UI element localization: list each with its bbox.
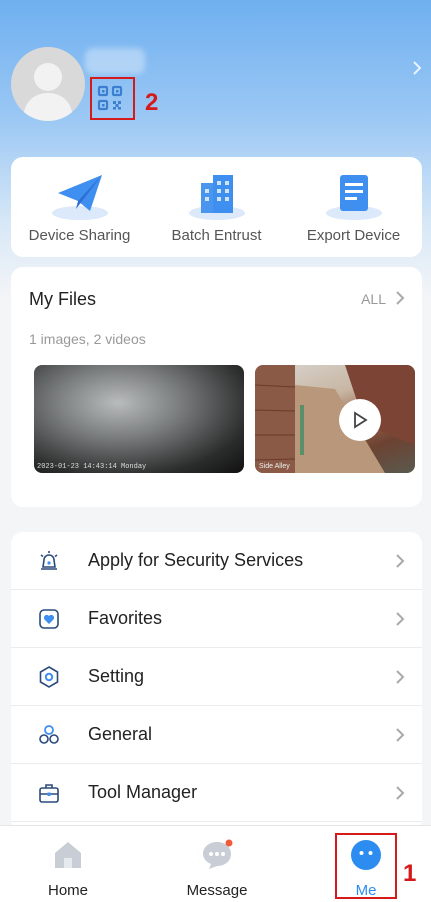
settings-menu-card: Apply for Security Services Favorites Se… (11, 532, 422, 832)
export-device-button[interactable]: Export Device (285, 157, 422, 257)
my-files-card: My Files ALL 1 images, 2 videos 2023-01-… (11, 267, 422, 507)
chevron-right-icon (396, 786, 405, 800)
play-icon (354, 411, 368, 429)
tab-label: Message (186, 882, 248, 899)
home-icon (55, 842, 81, 868)
video-scene-graphic (255, 365, 415, 473)
device-sharing-label: Device Sharing (28, 227, 131, 244)
file-thumbnail-video[interactable]: Side Alley (255, 365, 415, 473)
document-list-icon (325, 175, 382, 220)
my-files-title: My Files (29, 289, 96, 309)
tab-home[interactable]: Home (13, 826, 123, 902)
menu-label: Favorites (88, 608, 163, 628)
toolbox-icon (39, 784, 59, 803)
heart-shield-icon (39, 609, 59, 629)
chevron-right-icon (396, 670, 405, 684)
menu-item-tool-manager[interactable]: Tool Manager (11, 764, 422, 822)
export-device-label: Export Device (306, 227, 401, 244)
annotation-number-2: 2 (145, 89, 159, 116)
default-user-icon (23, 63, 73, 121)
three-circles-icon (39, 725, 59, 744)
avatar[interactable] (11, 47, 85, 121)
batch-entrust-label: Batch Entrust (171, 227, 262, 244)
menu-label: Tool Manager (88, 782, 198, 802)
notification-badge (225, 839, 233, 847)
menu-item-favorites[interactable]: Favorites (11, 590, 422, 648)
alarm-siren-icon (40, 551, 58, 570)
play-button[interactable] (339, 399, 381, 441)
files-count-text: 1 images, 2 videos (29, 331, 146, 347)
all-files-link[interactable]: ALL (361, 291, 386, 307)
tab-message[interactable]: Message (162, 826, 272, 902)
quick-actions-card: Device Sharing Batch Entrust Export Devi… (11, 157, 422, 257)
highlight-box-qr (90, 77, 135, 120)
device-sharing-button[interactable]: Device Sharing (11, 157, 148, 257)
thumbnail-timestamp: 2023-01-23 14:43:14 Monday (37, 463, 147, 471)
highlight-box-me-tab (335, 833, 397, 899)
annotation-number-1: 1 (403, 860, 417, 887)
user-name-blurred (85, 48, 145, 74)
menu-item-general[interactable]: General (11, 706, 422, 764)
hexagon-gear-icon (39, 666, 59, 688)
chevron-right-icon (396, 728, 405, 742)
buildings-icon (188, 175, 245, 220)
thumbnail-caption: Side Alley (259, 463, 290, 470)
tab-label: Home (47, 882, 88, 899)
batch-entrust-button[interactable]: Batch Entrust (148, 157, 285, 257)
chevron-right-icon[interactable] (409, 58, 425, 78)
menu-item-security-services[interactable]: Apply for Security Services (11, 532, 422, 590)
menu-label: Apply for Security Services (88, 550, 304, 570)
chevron-right-icon (396, 612, 405, 626)
menu-label: General (88, 724, 153, 744)
menu-label: Setting (88, 666, 145, 686)
chevron-right-icon[interactable] (394, 289, 406, 307)
chevron-right-icon (396, 554, 405, 568)
file-thumbnail-image[interactable]: 2023-01-23 14:43:14 Monday (34, 365, 244, 473)
chat-bubble-icon (203, 839, 233, 869)
menu-item-setting[interactable]: Setting (11, 648, 422, 706)
paper-plane-icon (51, 175, 108, 220)
